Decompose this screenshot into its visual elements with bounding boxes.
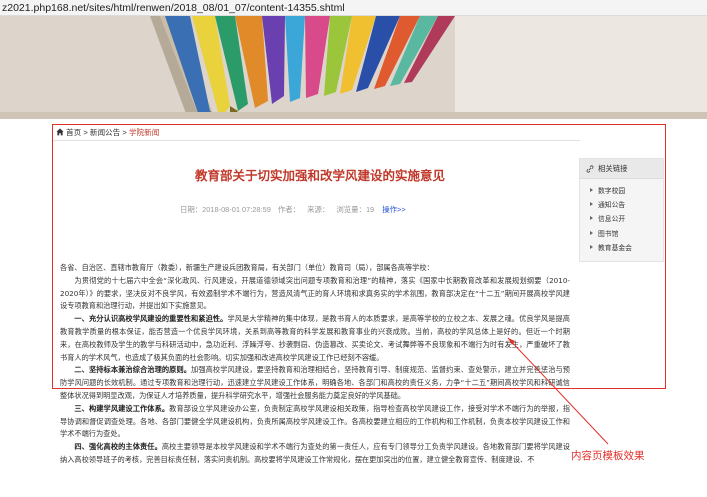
body-heading: 四、强化高校的主体责任。 [74, 442, 162, 452]
body-paragraph: 一、充分认识高校学风建设的重要性和紧迫性。学风是大学精神的集中体现，是教书育人的… [60, 313, 570, 364]
sidebar-item-digital-campus[interactable]: 数字校园 [590, 185, 663, 199]
body-salutation: 各省、自治区、直辖市教育厅（教委），新疆生产建设兵团教育局，有关部门（单位）教育… [60, 263, 434, 272]
bullet-icon [590, 230, 593, 235]
breadcrumb-current-link[interactable]: 学院新闻 [129, 128, 159, 137]
address-bar[interactable]: z2021.php168.net/sites/html/renwen/2018_… [0, 0, 707, 16]
bullet-icon [590, 244, 593, 249]
article-author: 作者： [277, 205, 301, 214]
body-heading: 一、充分认识高校学风建设的重要性和紧迫性。 [74, 314, 228, 324]
bullet-icon [590, 202, 593, 207]
body-paragraph: 二、坚持标本兼治综合治理的原则。加强高校学风建设，要坚持教育和治理相结合，坚持教… [60, 364, 570, 402]
related-links-title: 相关链接 [598, 164, 628, 173]
sidebar-item-library[interactable]: 图书馆 [590, 228, 663, 242]
breadcrumb-divider [52, 140, 580, 141]
breadcrumb-section-link[interactable]: 新闻公告 [90, 128, 120, 137]
bullet-icon [590, 216, 593, 221]
pencils-banner-image [0, 16, 707, 119]
related-links-panel: 相关链接 数字校园 通知公告 信息公开 图书馆 教育基金会 [579, 158, 664, 262]
breadcrumb-separator: > [122, 128, 127, 137]
header-banner [0, 16, 707, 119]
article-body: 各省、自治区、直辖市教育厅（教委），新疆生产建设兵团教育局，有关部门（单位）教育… [60, 262, 570, 467]
article-meta: 日期：2018-08-01 07:28:59 作者： 来源： 浏览量：19 操作… [180, 204, 460, 215]
body-heading: 二、坚持标本兼治综合治理的原则。 [74, 365, 192, 375]
related-links-list: 数字校园 通知公告 信息公开 图书馆 教育基金会 [580, 179, 663, 256]
sidebar-item-info-disclosure[interactable]: 信息公开 [590, 213, 663, 227]
sidebar-item-education-foundation[interactable]: 教育基金会 [590, 242, 663, 256]
link-icon [586, 165, 594, 173]
body-paragraph: 为贯彻党的十七届六中全会“深化政风、行风建设，开展道德领域突出问题专项教育和治理… [60, 275, 570, 311]
bullet-icon [590, 188, 593, 192]
body-paragraph: 三、构建学风建设工作体系。教育部设立学风建设办公室，负责制定高校学风建设相关政策… [60, 403, 570, 441]
body-heading: 三、构建学风建设工作体系。 [74, 403, 170, 413]
article-date: 日期：2018-08-01 07:28:59 [180, 205, 271, 214]
sidebar-item-notices[interactable]: 通知公告 [590, 199, 663, 213]
article-title: 教育部关于切实加强和改学风建设的实施意见 [194, 169, 445, 183]
breadcrumb-home-link[interactable]: 首页 [66, 128, 81, 137]
article-views: 浏览量：19 [336, 205, 375, 214]
related-links-header: 相关链接 [580, 159, 663, 179]
breadcrumb: 首页 > 新闻公告 > 学院新闻 [56, 127, 159, 138]
body-paragraph: 四、强化高校的主体责任。高校主要领导是本校学风建设和学术不端行为查处的第一责任人… [60, 441, 570, 467]
annotation-label: 内容页模板效果 [571, 450, 645, 462]
breadcrumb-separator: > [83, 128, 88, 137]
home-icon [56, 128, 64, 138]
article-action-link[interactable]: 操作>> [382, 205, 405, 214]
article-source: 来源： [307, 205, 330, 214]
